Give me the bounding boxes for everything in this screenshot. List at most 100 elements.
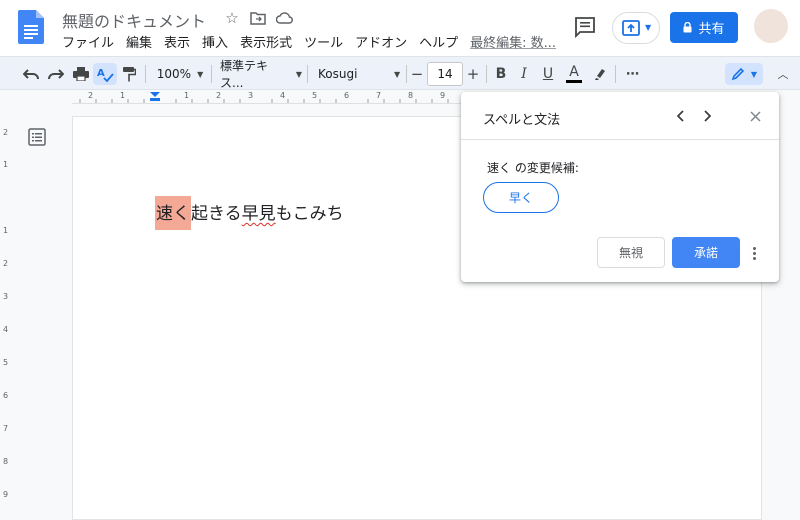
menu-addons[interactable]: アドオン: [349, 34, 413, 54]
chevron-down-icon: ▼: [750, 69, 758, 79]
ruler-number: 3: [248, 91, 254, 100]
close-icon: [749, 110, 761, 122]
ruler-number: 6: [3, 391, 9, 400]
dot: [752, 246, 756, 250]
zoom-select[interactable]: 100% ▼: [154, 63, 206, 85]
spellcheck-icon[interactable]: A: [93, 63, 117, 85]
star-icon[interactable]: ☆: [222, 8, 242, 28]
ruler-number: 8: [408, 91, 414, 100]
ruler-number: 7: [376, 91, 382, 100]
menu-view[interactable]: 表示: [158, 34, 196, 54]
menu-help[interactable]: ヘルプ: [413, 34, 464, 54]
print-icon[interactable]: [70, 63, 92, 85]
share-button[interactable]: 共有: [670, 12, 738, 43]
paragraph-style-value: 標準テキス...: [220, 59, 269, 90]
toolbar-divider: [307, 65, 308, 83]
present-button[interactable]: ▼: [612, 12, 660, 44]
menu-file[interactable]: ファイル: [56, 34, 120, 54]
panel-divider: [461, 139, 779, 140]
dot: [752, 256, 756, 260]
ruler-number: 5: [312, 91, 318, 100]
share-label: 共有: [698, 22, 725, 37]
ruler-number: 4: [3, 325, 9, 334]
ruler-number: 2: [3, 128, 9, 137]
google-docs-window: 無題のドキュメント ☆ ファイル 編集 表示 挿入 表示形式 ツール アドオン …: [0, 0, 800, 520]
menu-tools[interactable]: ツール: [298, 34, 349, 54]
collapse-icon[interactable]: ︿: [774, 63, 792, 85]
ruler-number: 7: [3, 424, 9, 433]
svg-text:A: A: [97, 68, 105, 79]
chevron-left-icon: [677, 110, 684, 122]
increase-font-size-button[interactable]: +: [464, 63, 482, 85]
suggestion-chip[interactable]: 早く: [483, 182, 559, 213]
toolbar-divider: [486, 65, 487, 83]
chevron-down-icon: ▼: [197, 69, 204, 79]
ruler-number: 6: [344, 91, 350, 100]
accept-button[interactable]: 承諾: [672, 237, 740, 268]
ruler-number: 1: [3, 160, 9, 169]
ruler-number: 4: [280, 91, 286, 100]
move-folder-icon[interactable]: [248, 8, 268, 28]
ruler-number: 8: [3, 457, 9, 466]
ruler-number: 1: [3, 226, 9, 235]
ruler-number: 1: [120, 91, 126, 100]
docs-logo-icon[interactable]: [18, 10, 44, 44]
font-value: Kosugi: [318, 67, 358, 81]
ruler-number: 2: [88, 91, 94, 100]
chevron-right-icon: [704, 110, 711, 122]
ruler-number: 5: [3, 358, 9, 367]
underlined-word[interactable]: 早見: [242, 196, 276, 230]
vertical-ruler[interactable]: 2 1 1 2 3 4 5 6 7 8 9: [0, 104, 14, 520]
undo-icon[interactable]: [20, 63, 42, 85]
menu-edit[interactable]: 編集: [120, 34, 158, 54]
avatar[interactable]: [754, 9, 788, 43]
chevron-down-icon: ▼: [394, 69, 401, 79]
panel-title: スペルと文法: [483, 113, 561, 128]
chevron-down-icon: ▼: [295, 69, 302, 79]
paint-format-icon[interactable]: [119, 63, 139, 85]
bold-icon[interactable]: B: [491, 63, 511, 85]
redo-icon[interactable]: [45, 63, 67, 85]
suggestion-label: 速く の変更候補:: [487, 161, 579, 175]
menu-insert[interactable]: 挿入: [196, 34, 234, 54]
text-color-icon[interactable]: A: [563, 63, 585, 85]
present-icon: [622, 20, 640, 36]
document-outline-icon[interactable]: [28, 128, 46, 146]
toolbar-divider: [145, 65, 146, 83]
cloud-saved-icon[interactable]: [274, 8, 294, 28]
decrease-font-size-button[interactable]: −: [408, 63, 426, 85]
menu-bar: ファイル 編集 表示 挿入 表示形式 ツール アドオン ヘルプ 最終編集: 数.…: [56, 34, 562, 54]
highlighted-misspelled-word[interactable]: 速く: [155, 196, 191, 230]
ignore-button[interactable]: 無視: [597, 237, 665, 268]
last-edit-link[interactable]: 最終編集: 数...: [464, 34, 562, 54]
ruler-number: 2: [216, 91, 222, 100]
more-icon[interactable]: ⋯: [622, 63, 644, 85]
previous-suggestion-button[interactable]: [669, 104, 693, 128]
close-panel-button[interactable]: [743, 104, 767, 128]
menu-format[interactable]: 表示形式: [234, 34, 298, 54]
highlight-icon[interactable]: [590, 63, 610, 85]
ruler-number: 3: [3, 292, 9, 301]
next-suggestion-button[interactable]: [695, 104, 719, 128]
more-options-icon[interactable]: [747, 242, 761, 264]
toolbar-divider: [615, 65, 616, 83]
dot: [752, 251, 756, 255]
font-select[interactable]: Kosugi ▼: [318, 63, 402, 85]
comment-history-icon[interactable]: [572, 14, 598, 40]
paragraph-style-select[interactable]: 標準テキス... ▼: [220, 59, 302, 90]
italic-icon[interactable]: I: [514, 63, 534, 85]
underline-icon[interactable]: U: [538, 63, 558, 85]
document-text[interactable]: 速く 起きる 早見 もこみち: [155, 196, 344, 230]
lock-icon: [683, 22, 692, 33]
header: 無題のドキュメント ☆ ファイル 編集 表示 挿入 表示形式 ツール アドオン …: [0, 0, 800, 56]
document-title[interactable]: 無題のドキュメント: [62, 8, 206, 32]
toolbar: A 100% ▼ 標準テキス... ▼ Kosugi ▼ − 14 + B I U A: [0, 56, 800, 90]
zoom-value: 100%: [156, 67, 192, 81]
font-size-input[interactable]: 14: [427, 62, 463, 86]
toolbar-divider: [406, 65, 407, 83]
edit-mode-icon[interactable]: ▼: [725, 63, 763, 85]
ruler-number: 1: [184, 91, 190, 100]
text-segment: もこみち: [275, 204, 344, 224]
toolbar-divider: [211, 65, 212, 83]
present-dropdown-icon[interactable]: ▼: [645, 23, 651, 32]
